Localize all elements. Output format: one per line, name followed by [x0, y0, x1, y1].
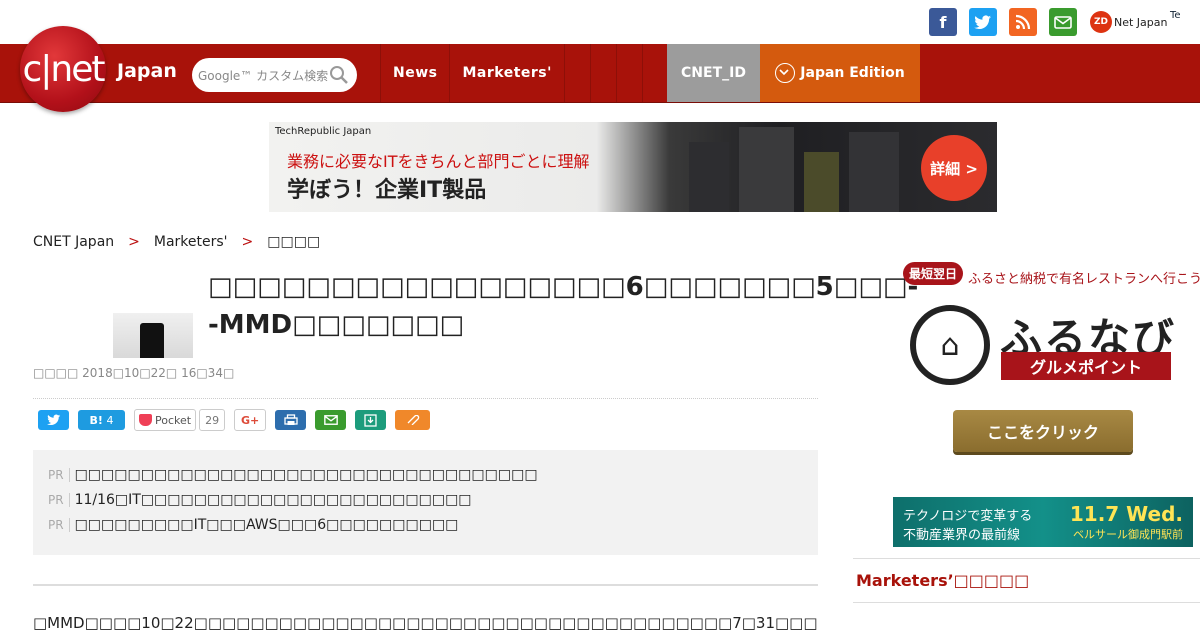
- ad-banner-techrepublic[interactable]: TechRepublic Japan 業務に必要なITをきちんと部門ごとに理解 …: [269, 122, 997, 212]
- ad2-date: 11.7 Wed.: [1069, 502, 1183, 526]
- banner-headline: 業務に必要なITをきちんと部門ごとに理解: [287, 152, 590, 171]
- share-pocket-button[interactable]: Pocket: [134, 409, 197, 431]
- furunavi-house-icon: ⌂: [910, 305, 990, 385]
- divider: [33, 584, 818, 586]
- clip-icon[interactable]: [395, 410, 431, 430]
- ad-realestate-event[interactable]: テクノロジで変革する 不動産業界の最前線 11.7 Wed. ベルサール御成門駅…: [893, 497, 1193, 547]
- divider: [853, 558, 1200, 559]
- sidebar-section-title[interactable]: Marketers’□□□□□: [856, 571, 1029, 590]
- search-icon[interactable]: [329, 65, 349, 85]
- chevron-down-icon: [775, 63, 796, 83]
- banner-tagline: 学ぼう！企業IT製品: [287, 178, 487, 203]
- ad2-line1: テクノロジで変革する: [903, 509, 1033, 524]
- breadcrumb: CNET Japan > Marketers' > □□□□: [33, 234, 320, 250]
- logo-japan-label: Japan: [117, 60, 177, 82]
- ad2-place: ベルサール御成門駅前: [1073, 528, 1183, 541]
- breadcrumb-current[interactable]: □□□□: [267, 234, 320, 250]
- article-body: □MMD□□□□10□22□□□□□□□□□□□□□□□□□□□□□□□□□□□…: [33, 614, 818, 632]
- share-twitter-button[interactable]: [38, 410, 69, 430]
- hatena-count: 4: [106, 413, 114, 427]
- article-byline: □□□□ 2018□10□22□ 16□34□: [33, 366, 235, 380]
- nav-item-3[interactable]: [563, 44, 590, 102]
- zdnet-logo-icon: ZD: [1090, 11, 1112, 33]
- share-hatena-button[interactable]: B! 4: [78, 410, 125, 430]
- breadcrumb-separator: >: [241, 234, 254, 250]
- cnet-logo[interactable]: c|net: [20, 26, 106, 112]
- hatena-icon: B!: [89, 413, 103, 427]
- banner-source: TechRepublic Japan: [275, 126, 372, 137]
- article-title: □□□□□□□□□□□□□□□□□6□□□□□□□5□□□--MMD□□□□□□…: [208, 272, 919, 340]
- nav-item-4[interactable]: [589, 44, 616, 102]
- pocket-icon: [139, 414, 152, 426]
- share-bar: B! 4 Pocket 29 G+: [38, 409, 439, 431]
- nav-marketers[interactable]: Marketers': [449, 44, 563, 102]
- divider: [33, 398, 818, 399]
- pr-link[interactable]: PR 11/16□IT□□□□□□□□□□□□□□□□□□□□□□□□□: [48, 492, 472, 508]
- breadcrumb-separator: >: [128, 234, 140, 250]
- ad-subtitle: グルメポイント: [1001, 352, 1171, 380]
- ad-headline: ふるさと納税で有名レストランへ行こう!: [968, 272, 1200, 287]
- share-google-plus-button[interactable]: G+: [234, 409, 267, 431]
- ad2-line2: 不動産業界の最前線: [903, 528, 1021, 543]
- ad-click-button[interactable]: ここをクリック: [953, 410, 1133, 452]
- nav-menu: News Marketers': [380, 44, 643, 102]
- rss-icon[interactable]: [1009, 8, 1037, 36]
- zdnet-japan-link[interactable]: ZD Net Japan: [1090, 8, 1168, 36]
- cnet-id-button[interactable]: CNET_ID: [667, 44, 760, 102]
- techrepublic-link[interactable]: Te: [1170, 10, 1181, 21]
- search-placeholder: Google™ カスタム検索: [198, 68, 329, 83]
- ad-badge: 最短翌日: [903, 262, 964, 285]
- facebook-icon[interactable]: f: [929, 8, 957, 36]
- mail-icon[interactable]: [1049, 8, 1077, 36]
- divider: [853, 602, 1200, 603]
- nav-news[interactable]: News: [380, 44, 449, 102]
- breadcrumb-home[interactable]: CNET Japan: [33, 234, 114, 250]
- edition-selector[interactable]: Japan Edition: [760, 44, 920, 102]
- pocket-count: 29: [199, 409, 226, 431]
- pr-link[interactable]: PR □□□□□□□□□□□□□□□□□□□□□□□□□□□□□□□□□□□: [48, 467, 538, 483]
- search-input[interactable]: Google™ カスタム検索: [192, 58, 357, 92]
- ad-furunavi[interactable]: 最短翌日 ふるさと納税で有名レストランへ行こう! ⌂ ふるなび グルメポイント …: [900, 260, 1200, 460]
- breadcrumb-marketers[interactable]: Marketers': [154, 234, 228, 250]
- banner-detail-button[interactable]: 詳細 >: [921, 135, 987, 201]
- pr-links-box: PR □□□□□□□□□□□□□□□□□□□□□□□□□□□□□□□□□□□ PR…: [33, 450, 818, 555]
- share-mail-icon[interactable]: [315, 410, 347, 430]
- twitter-icon[interactable]: [969, 8, 997, 36]
- pr-link[interactable]: PR □□□□□□□□□IT□□□AWS□□□6□□□□□□□□□□: [48, 517, 458, 533]
- print-icon[interactable]: [275, 410, 307, 430]
- save-icon[interactable]: [355, 410, 387, 430]
- top-utility-bar: f ZD Net Japan Te: [0, 0, 1200, 44]
- nav-item-5[interactable]: [615, 44, 643, 102]
- article-thumbnail: [113, 313, 193, 358]
